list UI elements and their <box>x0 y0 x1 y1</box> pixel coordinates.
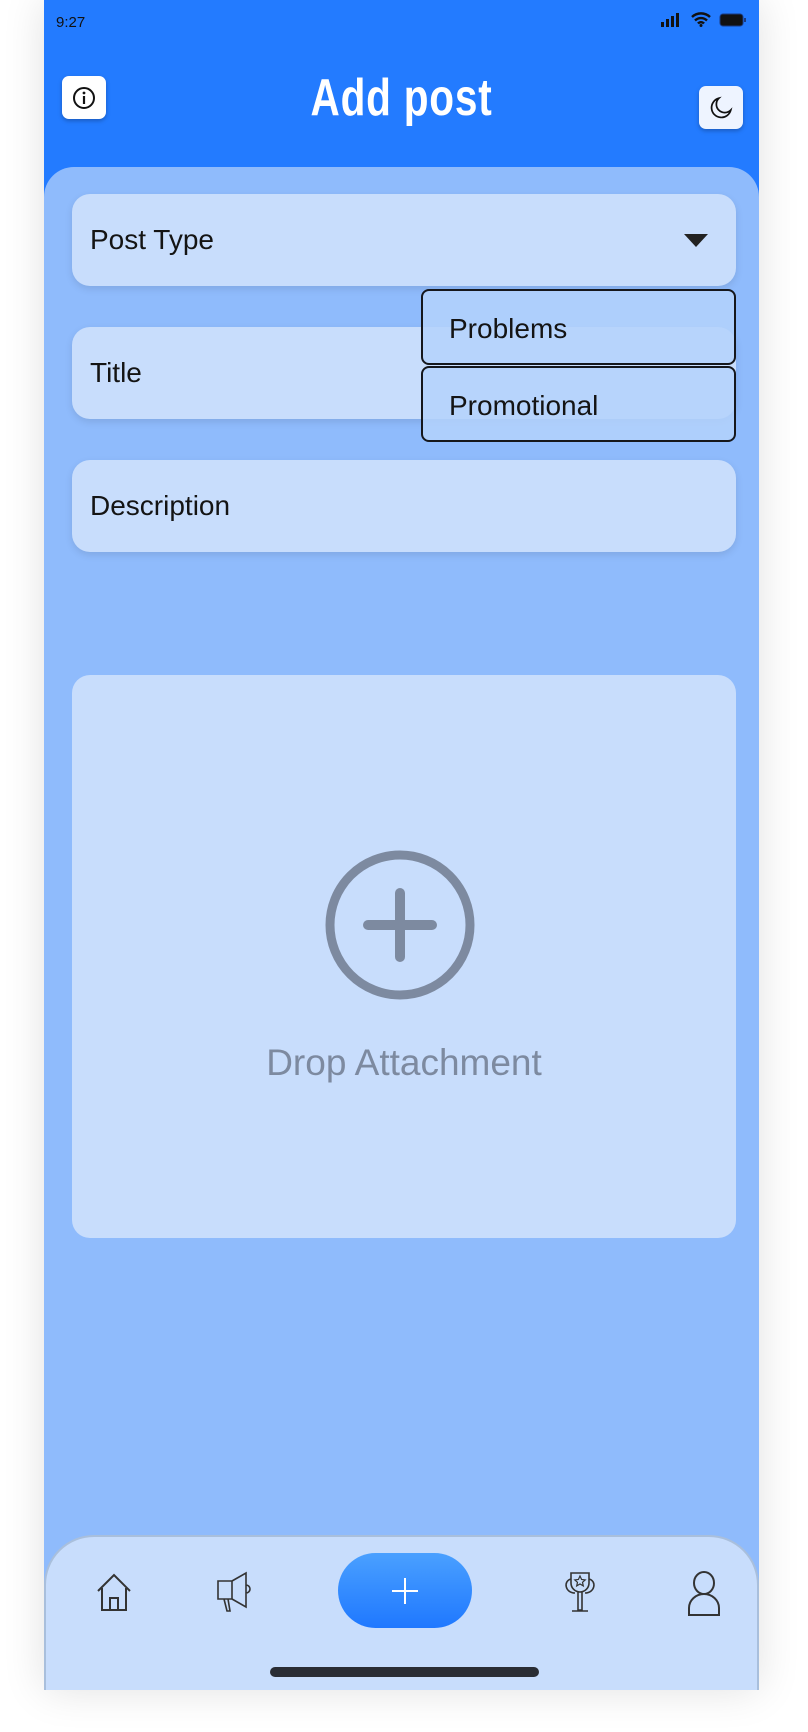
title-placeholder: Title <box>90 357 142 388</box>
dropzone-label: Drop Attachment <box>266 1042 542 1083</box>
status-time: 9:27 <box>56 14 86 31</box>
wifi-icon <box>691 12 711 27</box>
post-type-select[interactable]: Post Type <box>72 194 736 286</box>
plus-icon <box>392 1577 418 1604</box>
dropdown-option-problems[interactable]: Problems <box>421 289 736 365</box>
caret-down-icon <box>684 234 708 247</box>
option-label: Promotional <box>449 390 599 421</box>
post-type-placeholder: Post Type <box>90 224 215 255</box>
megaphone-icon[interactable] <box>214 1571 256 1613</box>
bottom-nav <box>44 1535 759 1690</box>
add-post-button[interactable] <box>338 1553 472 1628</box>
status-icons <box>661 12 747 27</box>
attachment-dropzone[interactable]: Drop Attachment <box>72 675 736 1238</box>
content-panel: Post Type Title Description Problems Pro… <box>44 167 759 1690</box>
home-icon[interactable] <box>94 1571 134 1613</box>
battery-icon <box>719 13 746 26</box>
moon-icon <box>710 96 733 118</box>
home-indicator <box>270 1667 539 1677</box>
option-label: Problems <box>449 313 568 344</box>
theme-toggle-button[interactable] <box>699 86 743 129</box>
page-title: Add post <box>310 69 493 127</box>
description-placeholder: Description <box>90 490 231 521</box>
phone-screen: 9:27 Add post Post Type Title Descriptio… <box>44 0 759 1690</box>
trophy-icon[interactable] <box>559 1571 601 1615</box>
description-input[interactable]: Description <box>72 460 736 552</box>
dropdown-option-promotional[interactable]: Promotional <box>421 366 736 442</box>
info-button[interactable] <box>62 76 106 119</box>
person-icon[interactable] <box>686 1571 722 1617</box>
plus-circle-icon <box>325 850 475 1000</box>
info-icon <box>73 86 95 109</box>
signal-icon <box>661 12 679 27</box>
